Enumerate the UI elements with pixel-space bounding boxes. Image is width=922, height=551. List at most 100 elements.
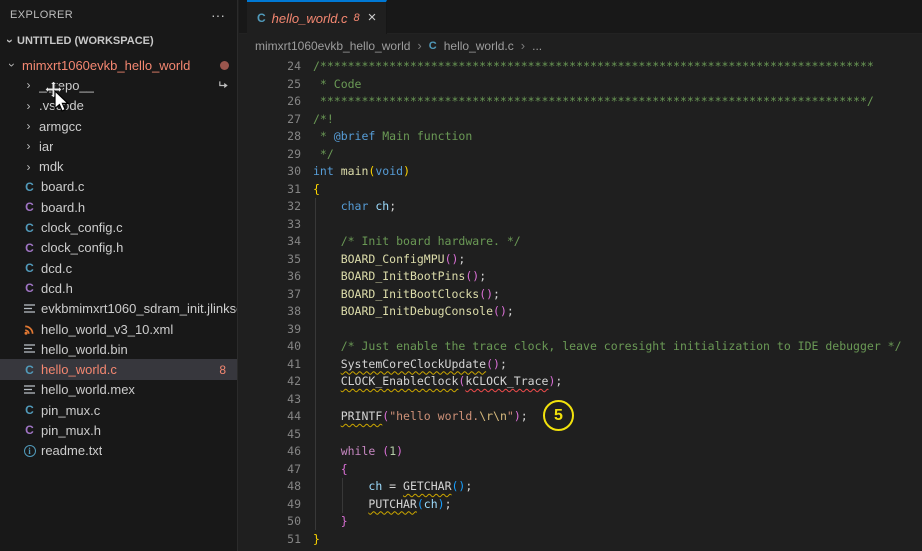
- tree-item-.vscode[interactable]: .vscode: [0, 96, 237, 116]
- code-line-40[interactable]: 40 /* Just enable the trace clock, leave…: [239, 338, 922, 356]
- chevron-right-icon: ›: [417, 38, 422, 53]
- tree-item-pin_mux.c[interactable]: Cpin_mux.c: [0, 400, 237, 420]
- error-dot: [220, 60, 229, 70]
- tree-item-evkbmimxrt1060_sdram_init.jlinkscript[interactable]: evkbmimxrt1060_sdram_init.jlinkscript: [0, 299, 237, 319]
- mouse-cursor: [44, 80, 70, 112]
- code-line-47[interactable]: 47 {: [239, 461, 922, 479]
- annotation-number: 5: [554, 406, 563, 424]
- tree-item-hello_world_v3_10.xml[interactable]: hello_world_v3_10.xml: [0, 319, 237, 339]
- line-content: * @brief Main function: [313, 129, 473, 143]
- workspace-row[interactable]: UNTITLED (WORKSPACE): [0, 30, 237, 52]
- line-number: 26: [287, 94, 301, 108]
- line-content: ****************************************…: [313, 94, 874, 108]
- h-file-icon: C: [25, 200, 34, 215]
- line-number: 46: [287, 444, 301, 458]
- h-file-icon: C: [25, 240, 34, 255]
- code-line-51[interactable]: 51}: [239, 531, 922, 549]
- line-content: char ch;: [340, 199, 397, 213]
- tree-item-hello_world.bin[interactable]: hello_world.bin: [0, 339, 237, 359]
- tree-item-mdk[interactable]: mdk: [0, 156, 237, 176]
- line-number: 29: [287, 146, 301, 161]
- line-content: SystemCoreClockUpdate();: [340, 356, 507, 371]
- breadcrumb: mimxrt1060evkb_hello_world › C hello_wor…: [239, 34, 922, 57]
- code-line-38[interactable]: 38 BOARD_InitDebugConsole();: [239, 303, 922, 321]
- tab-problems-badge: 8: [353, 12, 360, 24]
- tree-item-label: armgcc: [39, 118, 82, 134]
- line-content: /*!: [313, 111, 334, 126]
- tree-item-readme.txt[interactable]: i readme.txt: [0, 441, 237, 461]
- code-line-46[interactable]: 46 while (1): [239, 443, 922, 461]
- indent-guide: [342, 478, 343, 513]
- tree-item-armgcc[interactable]: armgcc: [0, 116, 237, 136]
- code-line-30[interactable]: 30 int main(void): [239, 163, 922, 181]
- line-content: */: [313, 146, 334, 161]
- close-icon[interactable]: ×: [368, 10, 377, 25]
- code-line-43[interactable]: 43: [239, 391, 922, 409]
- code-line-31[interactable]: 31 {: [239, 181, 922, 199]
- code-line-35[interactable]: 35 BOARD_ConfigMPU();: [239, 251, 922, 269]
- line-number: 36: [287, 269, 301, 283]
- line-number: 25: [287, 76, 301, 91]
- code-line-42[interactable]: 42 CLOCK_EnableClock(kCLOCK_Trace);: [239, 373, 922, 391]
- explorer-sidebar: EXPLORER ··· UNTITLED (WORKSPACE) mimxrt…: [0, 0, 238, 551]
- code-line-45[interactable]: 45: [239, 426, 922, 444]
- tree-item-label: clock_config.h: [41, 240, 124, 256]
- tree-item-clock_config.c[interactable]: Cclock_config.c: [0, 217, 237, 237]
- line-number: 51: [287, 531, 301, 546]
- tree-item-clock_config.h[interactable]: Cclock_config.h: [0, 238, 237, 258]
- line-content: /* Just enable the trace clock, leave co…: [340, 339, 902, 353]
- tree-item-__repo__[interactable]: __repo__: [0, 75, 237, 95]
- code-line-34[interactable]: 34 /* Init board hardware. */: [239, 233, 922, 251]
- code-line-26[interactable]: 26 *************************************…: [239, 93, 922, 111]
- line-content: while (1): [340, 444, 404, 458]
- code-line-44[interactable]: 44 PRINTF("hello world.\r\n");: [239, 408, 922, 426]
- code-line-39[interactable]: 39: [239, 321, 922, 339]
- c-file-icon: C: [428, 39, 437, 52]
- tree-item-label: hello_world.bin: [41, 341, 128, 357]
- tree-item-label: board.h: [41, 199, 86, 215]
- more-actions-icon[interactable]: ···: [211, 8, 225, 22]
- line-content: BOARD_InitDebugConsole();: [340, 304, 514, 318]
- tree-item-iar[interactable]: iar: [0, 136, 237, 156]
- symlink-icon: [218, 80, 229, 91]
- line-number: 28: [287, 129, 301, 143]
- c-file-icon: C: [25, 362, 34, 377]
- line-number: 50: [287, 514, 301, 528]
- tree-item-hello_world.mex[interactable]: hello_world.mex: [0, 380, 237, 400]
- tree-item-label: hello_world.mex: [41, 382, 135, 398]
- chevron-right-icon: [21, 139, 36, 153]
- code-line-50[interactable]: 50 }: [239, 513, 922, 531]
- breadcrumb-file[interactable]: hello_world.c: [444, 39, 514, 53]
- tree-item-label: pin_mux.c: [41, 402, 101, 418]
- tree-item-mimxrt1060evkb_hello_world[interactable]: mimxrt1060evkb_hello_world: [0, 55, 237, 75]
- tree-item-dcd.c[interactable]: Cdcd.c: [0, 258, 237, 278]
- tree-item-dcd.h[interactable]: Cdcd.h: [0, 278, 237, 298]
- code-line-24[interactable]: 24 /*************************************…: [239, 58, 922, 76]
- line-number: 47: [287, 461, 301, 476]
- code-line-29[interactable]: 29 */: [239, 146, 922, 164]
- code-line-41[interactable]: 41 SystemCoreClockUpdate();: [239, 356, 922, 374]
- tree-item-label: hello_world.c: [41, 362, 117, 378]
- code-line-37[interactable]: 37 BOARD_InitBootClocks();: [239, 286, 922, 304]
- code-line-33[interactable]: 33: [239, 216, 922, 234]
- code-line-28[interactable]: 28 * @brief Main function: [239, 128, 922, 146]
- code-line-36[interactable]: 36 BOARD_InitBootPins();: [239, 268, 922, 286]
- tab-hello-world-c[interactable]: C hello_world.c 8 ×: [247, 0, 388, 34]
- line-number: 44: [287, 409, 301, 423]
- tree-item-board.h[interactable]: Cboard.h: [0, 197, 237, 217]
- tree-item-board.c[interactable]: Cboard.c: [0, 177, 237, 197]
- tree-item-label: pin_mux.h: [41, 422, 101, 438]
- code-line-32[interactable]: 32 char ch;: [239, 198, 922, 216]
- breadcrumb-folder[interactable]: mimxrt1060evkb_hello_world: [255, 39, 410, 53]
- code-line-27[interactable]: 27 /*!: [239, 111, 922, 129]
- tree-item-label: clock_config.c: [41, 220, 123, 236]
- tree-item-hello_world.c[interactable]: Chello_world.c 8: [0, 359, 237, 380]
- explorer-title: EXPLORER: [10, 9, 74, 21]
- code-line-25[interactable]: 25 * Code: [239, 76, 922, 94]
- line-number: 41: [287, 356, 301, 371]
- code-editor[interactable]: 24 /*************************************…: [239, 58, 922, 551]
- line-content: {: [313, 181, 320, 196]
- tree-item-pin_mux.h[interactable]: Cpin_mux.h: [0, 420, 237, 440]
- breadcrumb-symbol[interactable]: ...: [532, 39, 542, 53]
- line-number: 49: [287, 496, 301, 511]
